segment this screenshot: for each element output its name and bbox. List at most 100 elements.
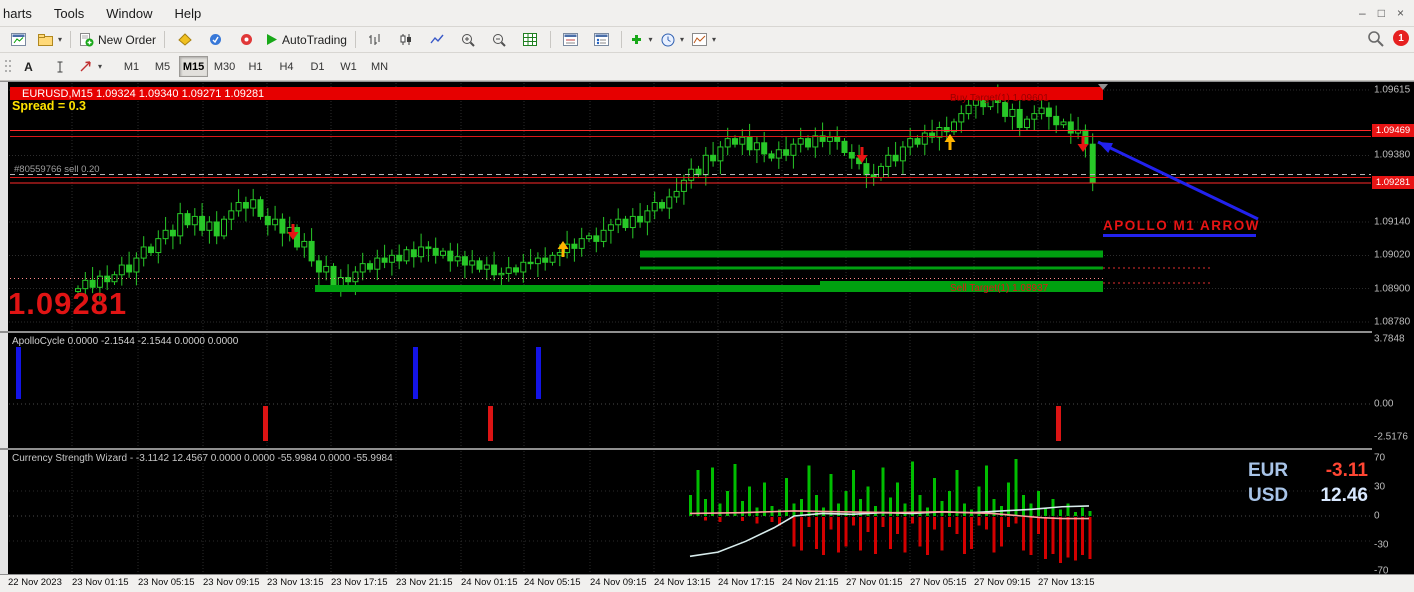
autotrading-play-icon	[267, 34, 278, 45]
navigator-button[interactable]	[586, 28, 617, 52]
csw-bars-el	[940, 517, 944, 551]
timeframe-w1[interactable]: W1	[334, 56, 363, 77]
candles-layer-el	[673, 190, 680, 198]
data-window-icon	[562, 33, 578, 46]
candles-layer-el	[133, 257, 140, 273]
restore-icon[interactable]: □	[1378, 6, 1385, 20]
expert-advisors-button[interactable]	[169, 28, 200, 52]
csw-bars-el	[1059, 509, 1062, 516]
timeframe-h4[interactable]: H4	[272, 56, 301, 77]
data-window-button[interactable]	[555, 28, 586, 52]
shapes-button[interactable]: ▾	[75, 55, 106, 79]
candles-layer-el	[958, 113, 965, 123]
timeframe-m5[interactable]: M5	[148, 56, 177, 77]
candlestick-chart-button[interactable]	[391, 28, 422, 52]
csw-bars-el	[1044, 517, 1048, 559]
new-chart-icon-el	[12, 34, 25, 37]
menu-window[interactable]: Window	[95, 6, 163, 21]
time-axis-label: 22 Nov 2023	[8, 577, 62, 588]
chart-profiles-icon-el	[38, 34, 45, 38]
line-chart-button[interactable]	[422, 28, 453, 52]
legend-row-eur: EUR -3.11	[1248, 458, 1368, 483]
text-cursor-button[interactable]	[44, 55, 75, 79]
timeframe-toolbar: A ▾ M1 M5 M15 M30 H1 H4 D1 W1 MN	[0, 53, 1414, 81]
currency-strength-canvas[interactable]: Currency Strength Wizard - -3.1142 12.45…	[8, 450, 1372, 574]
csw-bars-el	[1081, 517, 1085, 555]
close-icon[interactable]: ×	[1397, 6, 1404, 20]
minimize-icon[interactable]: –	[1359, 6, 1366, 20]
search-button[interactable]	[1367, 30, 1384, 47]
arrow-tool-icon-el	[80, 61, 91, 72]
candles-layer-el	[768, 153, 775, 159]
indicators-button[interactable]: ▾	[626, 28, 657, 52]
navigator-icon-el	[596, 41, 600, 45]
time-axis[interactable]: 22 Nov 2023 23 Nov 01:15 23 Nov 05:15 23 No…	[0, 575, 1414, 592]
csw-bars-el	[1036, 517, 1040, 534]
time-axis-label: 23 Nov 17:15	[331, 577, 388, 588]
notification-badge[interactable]: 1	[1393, 30, 1409, 46]
bar-chart-button[interactable]	[360, 28, 391, 52]
currency-strength-panel[interactable]: Currency Strength Wizard - -3.1142 12.45…	[8, 450, 1372, 574]
csw-bars-el	[703, 517, 707, 521]
menu-tools[interactable]: Tools	[43, 6, 95, 21]
strategy-tester-button[interactable]	[515, 28, 546, 52]
candles-layer-el	[812, 135, 819, 148]
open-order-label: #80559766 sell 0.20	[14, 164, 100, 175]
timeframe-d1[interactable]: D1	[303, 56, 332, 77]
profiles-button[interactable]: ▾	[34, 28, 66, 52]
signals-button[interactable]	[231, 28, 262, 52]
time-axis-label: 27 Nov 05:15	[910, 577, 967, 588]
csw-bars-el	[718, 503, 722, 516]
candles-layer-el	[549, 254, 556, 263]
periods-button[interactable]: ▾	[657, 28, 688, 52]
add-indicator-icon	[632, 35, 642, 44]
legend-row-usd: USD 12.46	[1248, 483, 1368, 508]
csw-bars-el	[837, 517, 840, 553]
price-scale[interactable]: 1.09469 1.09281 1.09615 1.09380 1.09140 1.090…	[1372, 82, 1414, 577]
market-icon	[210, 34, 222, 45]
csw-bars-el	[1073, 511, 1077, 516]
candles-layer-el	[308, 240, 315, 262]
market-button[interactable]	[200, 28, 231, 52]
candles-layer-el	[1038, 107, 1045, 115]
price-scale-label: 1.09020	[1374, 249, 1411, 261]
csw-bars-el	[822, 517, 826, 555]
csw-bars-el	[800, 517, 803, 551]
chevron-down-icon: ▾	[58, 35, 63, 44]
candles-layer-el	[447, 250, 454, 262]
menu-charts-partial[interactable]: harts	[0, 6, 43, 21]
csw-bars	[689, 458, 1092, 564]
templates-button[interactable]: ▾	[688, 28, 720, 52]
timeframe-m30[interactable]: M30	[210, 56, 239, 77]
csw-bars-el	[1014, 458, 1018, 516]
apollo-cycle-panel[interactable]: ApolloCycle 0.0000 -2.1544 -2.1544 0.000…	[8, 333, 1372, 448]
csw-bars-el	[985, 465, 988, 516]
zoom-out-button[interactable]	[484, 28, 515, 52]
new-chart-button[interactable]	[3, 28, 34, 52]
main-chart-canvas[interactable]: EURUSD,M15 1.09324 1.09340 1.09271 1.092…	[8, 82, 1372, 331]
time-axis-label: 23 Nov 05:15	[138, 577, 195, 588]
timeframe-m15[interactable]: M15	[179, 56, 209, 77]
timeframe-m1[interactable]: M1	[117, 56, 146, 77]
autotrading-button[interactable]: AutoTrading	[262, 28, 351, 52]
price-scale-label: -2.5176	[1374, 431, 1408, 443]
arrow-tool-icon	[80, 61, 91, 72]
main-chart-panel[interactable]: EURUSD,M15 1.09324 1.09340 1.09271 1.092…	[8, 82, 1372, 331]
candles-layer-el	[374, 257, 381, 270]
candles-layer-el	[330, 265, 337, 287]
text-label-button[interactable]: A	[13, 55, 44, 79]
candles-layer-el	[126, 264, 133, 273]
csw-bars-el	[807, 517, 811, 528]
spread-label: Spread = 0.3	[12, 99, 86, 113]
grip-handle-icon[interactable]	[3, 58, 13, 76]
zoom-in-button[interactable]	[453, 28, 484, 52]
timeframe-mn[interactable]: MN	[365, 56, 394, 77]
candles-layer-el	[381, 257, 388, 263]
sell-arrow-icon-el	[1081, 136, 1085, 145]
menu-help[interactable]: Help	[164, 6, 213, 21]
candles-layer-el	[257, 199, 264, 217]
apollo-cycle-canvas[interactable]: ApolloCycle 0.0000 -2.1544 -2.1544 0.000…	[8, 333, 1372, 448]
timeframe-h1[interactable]: H1	[241, 56, 270, 77]
new-order-button[interactable]: New Order	[75, 28, 160, 52]
csw-bars-el	[1088, 517, 1092, 559]
